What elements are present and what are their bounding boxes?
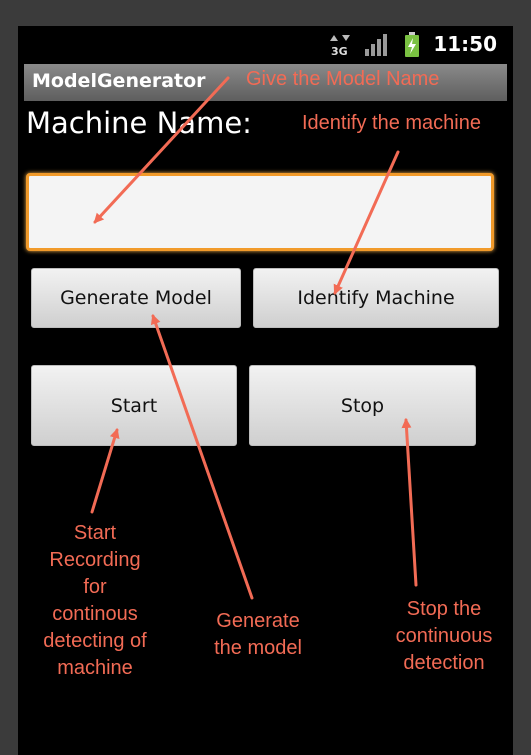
device-frame: 3G 11:50 ModelGenerator Machine Name: Ge…: [0, 0, 531, 755]
stop-button[interactable]: Stop: [249, 365, 476, 446]
annotation-stop-line1: Stop the: [406, 598, 482, 620]
annotation-stop-line2: continuous: [395, 625, 493, 647]
annotation-start-line4: continous: [52, 603, 138, 625]
annotation-start-line6: machine: [57, 657, 133, 679]
signal-bars-icon: [365, 34, 387, 56]
annotation-give-name: Give the Model Name: [246, 68, 440, 90]
annotation-identify: Identify the machine: [302, 112, 481, 134]
annotation-start-line5: detecting of: [43, 630, 147, 652]
clock-time: 11:50: [433, 32, 497, 56]
annotation-start-line3: for: [83, 576, 107, 598]
generate-model-button[interactable]: Generate Model: [31, 268, 241, 328]
network-type-label: 3G: [331, 45, 348, 58]
annotation-stop-line3: detection: [403, 652, 485, 674]
annotation-generate: Generate the model: [200, 608, 316, 662]
annotation-generate-line2: the model: [214, 637, 302, 659]
machine-name-input[interactable]: [26, 173, 494, 251]
status-bar: 3G 11:50: [18, 26, 513, 64]
data-transfer-3g-icon: 3G: [330, 35, 350, 58]
annotation-start-line2: Recording: [49, 549, 141, 571]
app-title: ModelGenerator: [32, 70, 206, 92]
annotation-start-line1: Start: [73, 522, 117, 544]
identify-machine-button[interactable]: Identify Machine: [253, 268, 499, 328]
annotation-start: Start Recording for continous detecting …: [30, 520, 160, 682]
start-button[interactable]: Start: [31, 365, 237, 446]
annotation-stop: Stop the continuous detection: [384, 596, 504, 677]
battery-charging-icon: [405, 32, 419, 57]
annotation-generate-line1: Generate: [216, 610, 300, 632]
machine-name-label: Machine Name:: [26, 106, 252, 140]
